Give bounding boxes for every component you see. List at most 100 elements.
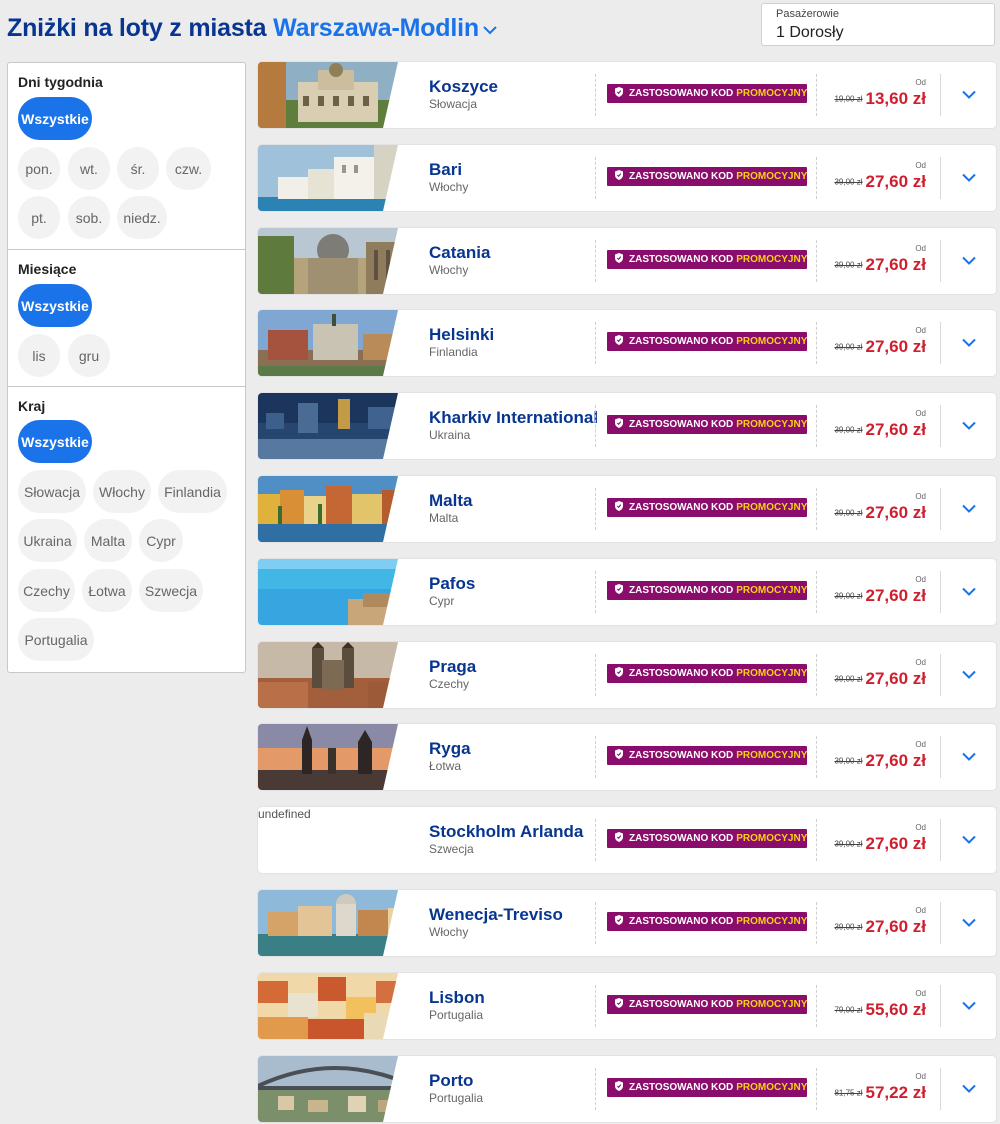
filter-months: Miesiące Wszystkie lis gru (8, 250, 245, 387)
expand-button[interactable] (958, 664, 980, 686)
price: 39,00 zł 27,60 zł (834, 917, 926, 937)
flight-card[interactable]: Kharkiv International Ukraina ZASTOSOWANO … (258, 393, 996, 459)
expand-button[interactable] (958, 415, 980, 437)
filter-chip-month-nov[interactable]: lis (18, 334, 60, 377)
divider (595, 985, 596, 1027)
chevron-down-icon (962, 334, 976, 352)
flight-card[interactable]: Ryga Łotwa ZASTOSOWANO KOD PROMOCYJNY Od 39,0… (258, 724, 996, 790)
old-price: 39,00 zł (834, 591, 863, 601)
page-title-prefix: Zniżki na loty z miasta (7, 14, 267, 42)
old-price: 39,00 zł (834, 674, 863, 684)
flight-card[interactable]: Porto Portugalia ZASTOSOWANO KOD PROMOCYJNY… (258, 1056, 996, 1122)
promo-text: ZASTOSOWANO KOD (629, 999, 734, 1010)
shield-icon (615, 749, 623, 762)
current-price: 27,60 zł (865, 834, 927, 853)
filter-chip-country-malta[interactable]: Malta (84, 519, 132, 562)
destination-image (258, 393, 413, 459)
destination-image (258, 310, 413, 376)
filter-chip-day-sat[interactable]: sob. (68, 196, 110, 239)
expand-button[interactable] (958, 581, 980, 603)
filter-chip-country-cyprus[interactable]: Cypr (139, 519, 183, 562)
filter-chip-day-sun[interactable]: niedz. (117, 196, 167, 239)
filter-chip-month-all[interactable]: Wszystkie (18, 284, 92, 327)
filter-chip-day-thu[interactable]: czw. (166, 147, 211, 190)
promo-text: ZASTOSOWANO KOD (629, 1082, 734, 1093)
current-price: 27,60 zł (865, 586, 927, 605)
passengers-label: Pasażerowie (776, 8, 839, 20)
flight-card[interactable]: undefined Stockholm Arlanda Szwecja ZASTOSO… (258, 807, 996, 873)
flight-card[interactable]: Bari Włochy ZASTOSOWANO KOD PROMOCYJNY Od 39,… (258, 145, 996, 211)
filter-chip-country-ukraine[interactable]: Ukraina (18, 519, 77, 562)
filter-chip-country-all[interactable]: Wszystkie (18, 420, 92, 463)
promo-highlight: PROMOCYJNY (736, 1082, 808, 1093)
flight-card[interactable]: Praga Czechy ZASTOSOWANO KOD PROMOCYJNY Od 39… (258, 642, 996, 708)
filter-chip-day-all[interactable]: Wszystkie (18, 97, 92, 140)
chevron-down-icon (962, 748, 976, 766)
expand-button[interactable] (958, 250, 980, 272)
price: 39,00 zł 27,60 zł (834, 420, 926, 440)
divider (595, 654, 596, 696)
filter-chip-country-portugal[interactable]: Portugalia (18, 618, 94, 661)
old-price: 81,75 zł (834, 1088, 863, 1098)
chevron-down-icon (962, 831, 976, 849)
expand-button[interactable] (958, 84, 980, 106)
shield-icon (615, 418, 623, 431)
filter-chip-country-finland[interactable]: Finlandia (158, 470, 227, 513)
current-price: 55,60 zł (865, 1000, 927, 1019)
divider (595, 157, 596, 199)
expand-button[interactable] (958, 498, 980, 520)
filter-chip-day-wed[interactable]: śr. (117, 147, 159, 190)
expand-button[interactable] (958, 746, 980, 768)
filter-chip-country-latvia[interactable]: Łotwa (82, 569, 132, 612)
filter-chip-day-tue[interactable]: wt. (68, 147, 110, 190)
flight-card[interactable]: Catania Włochy ZASTOSOWANO KOD PROMOCYJNY Od… (258, 228, 996, 294)
filter-chip-day-fri[interactable]: pt. (18, 196, 60, 239)
divider (816, 819, 817, 861)
filter-chip-country-czechia[interactable]: Czechy (18, 569, 75, 612)
divider (816, 157, 817, 199)
destination-name: Koszyce (429, 77, 498, 96)
price-prefix: Od (915, 326, 926, 335)
promo-text: ZASTOSOWANO KOD (629, 336, 734, 347)
expand-button[interactable] (958, 912, 980, 934)
origin-city-selector[interactable]: Warszawa-Modlin (273, 14, 497, 42)
old-price: 39,00 zł (834, 177, 863, 187)
passengers-selector[interactable]: Pasażerowie 1 Dorosły (761, 3, 995, 46)
flight-card[interactable]: Wenecja-Treviso Włochy ZASTOSOWANO KOD PROM… (258, 890, 996, 956)
destination-country: Ukraina (429, 428, 471, 442)
destination-image: undefined (258, 807, 413, 873)
price: 19,00 zł 13,60 zł (834, 89, 926, 109)
expand-button[interactable] (958, 1078, 980, 1100)
flight-card[interactable]: Helsinki Finlandia ZASTOSOWANO KOD PROMOCYJ… (258, 310, 996, 376)
destination-name: Ryga (429, 739, 471, 758)
filter-chip-month-dec[interactable]: gru (68, 334, 110, 377)
chevron-down-icon (962, 252, 976, 270)
expand-button[interactable] (958, 829, 980, 851)
expand-button[interactable] (958, 332, 980, 354)
filter-chip-country-italy[interactable]: Włochy (93, 470, 151, 513)
expand-button[interactable] (958, 167, 980, 189)
promo-highlight: PROMOCYJNY (736, 336, 808, 347)
divider (816, 736, 817, 778)
chevron-down-icon (962, 666, 976, 684)
flight-card[interactable]: Malta Malta ZASTOSOWANO KOD PROMOCYJNY Od 39,… (258, 476, 996, 542)
flight-card[interactable]: Pafos Cypr ZASTOSOWANO KOD PROMOCYJNY Od 39,0… (258, 559, 996, 625)
price-prefix: Od (915, 823, 926, 832)
old-price: 19,00 zł (834, 94, 863, 104)
promo-code-badge: ZASTOSOWANO KOD PROMOCYJNY (607, 995, 807, 1014)
flight-card[interactable]: Lisbon Portugalia ZASTOSOWANO KOD PROMOCYJN… (258, 973, 996, 1039)
price-prefix: Od (915, 575, 926, 584)
flight-card[interactable]: Koszyce Słowacja ZASTOSOWANO KOD PROMOCYJNY… (258, 62, 996, 128)
destination-name: Pafos (429, 574, 476, 593)
destination-country: Włochy (429, 180, 469, 194)
filter-chip-day-mon[interactable]: pon. (18, 147, 60, 190)
filter-chip-country-slovakia[interactable]: Słowacja (18, 470, 86, 513)
divider (816, 74, 817, 116)
promo-code-badge: ZASTOSOWANO KOD PROMOCYJNY (607, 415, 807, 434)
filter-chip-country-sweden[interactable]: Szwecja (139, 569, 203, 612)
promo-highlight: PROMOCYJNY (736, 254, 808, 265)
divider (940, 736, 941, 778)
expand-button[interactable] (958, 995, 980, 1017)
chevron-down-icon (962, 169, 976, 187)
divider (595, 1068, 596, 1110)
